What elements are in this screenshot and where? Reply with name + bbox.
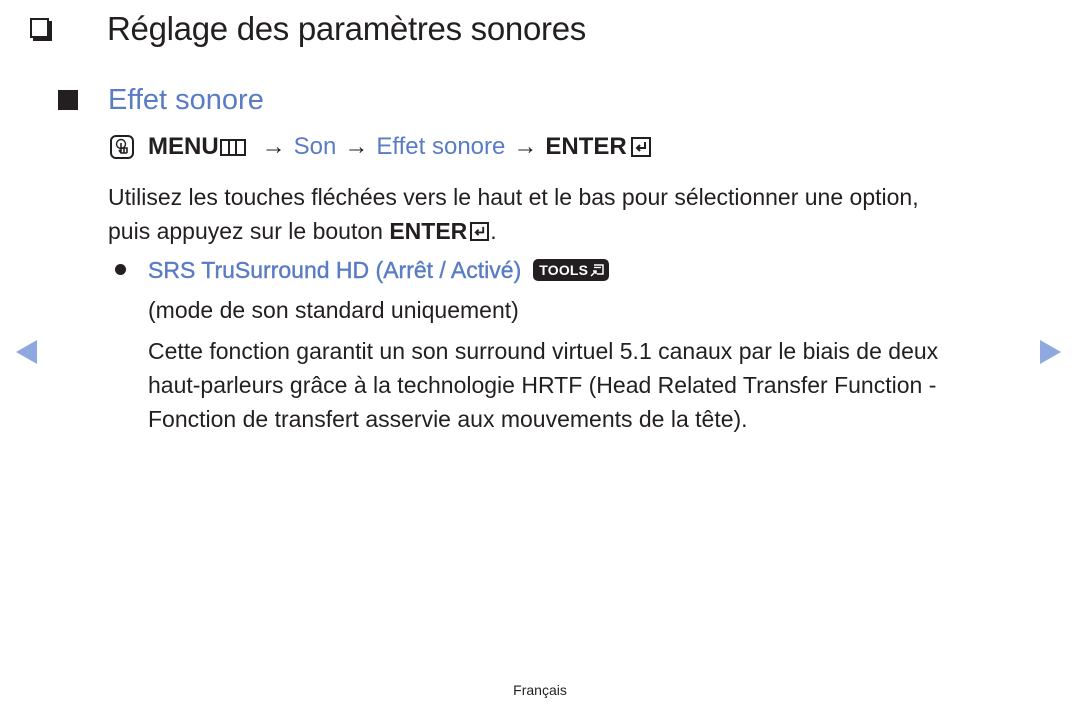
enter-label: ENTER bbox=[389, 218, 468, 244]
checkbox-square-icon bbox=[30, 18, 49, 38]
arrow-separator: → bbox=[344, 133, 369, 160]
arrow-separator: → bbox=[513, 133, 538, 160]
option-title: SRS TruSurround HD (Arrêt / Activé) bbox=[148, 257, 522, 283]
enter-icon bbox=[470, 222, 490, 241]
tools-badge: TOOLS bbox=[533, 259, 610, 281]
triangle-right-icon[interactable] bbox=[1040, 340, 1061, 364]
menu-path-menu: MENU bbox=[148, 133, 219, 160]
menu-path-son: Son bbox=[293, 133, 337, 160]
description-line: haut-parleurs grâce à la technologie HRT… bbox=[148, 372, 937, 398]
arrow-separator: → bbox=[261, 133, 286, 160]
triangle-left-icon[interactable] bbox=[16, 340, 37, 364]
option-description: Cette fonction garantit un son surround … bbox=[148, 334, 938, 436]
option-item: SRS TruSurround HD (Arrêt / Activé) TOOL… bbox=[148, 253, 610, 287]
menu-path: MENU → Son → Effet sonore → ENTER bbox=[110, 133, 651, 161]
hand-touch-icon bbox=[110, 135, 134, 159]
filled-square-icon bbox=[58, 90, 78, 110]
period: . bbox=[490, 218, 497, 244]
instructions-line2-text: puis appuyez sur le bouton bbox=[108, 218, 390, 244]
instructions-line1: Utilisez les touches fléchées vers le ha… bbox=[108, 184, 919, 210]
instructions: Utilisez les touches fléchées vers le ha… bbox=[108, 180, 919, 248]
description-line: Cette fonction garantit un son surround … bbox=[148, 338, 939, 364]
tools-label: TOOLS bbox=[539, 262, 589, 278]
description-line: Fonction de transfert asservie aux mouve… bbox=[148, 406, 748, 432]
enter-icon bbox=[630, 137, 651, 157]
footer-language: Français bbox=[513, 682, 567, 698]
page-title: Réglage des paramètres sonores bbox=[107, 10, 586, 47]
tools-icon bbox=[590, 263, 604, 277]
instructions-line2: puis appuyez sur le bouton ENTER. bbox=[108, 214, 919, 248]
bullet-icon bbox=[115, 264, 126, 275]
section-title: Effet sonore bbox=[108, 84, 264, 116]
menu-icon bbox=[219, 138, 246, 156]
menu-path-enter: ENTER bbox=[545, 133, 627, 160]
menu-path-effet-sonore: Effet sonore bbox=[376, 133, 506, 160]
option-note: (mode de son standard uniquement) bbox=[148, 297, 519, 323]
